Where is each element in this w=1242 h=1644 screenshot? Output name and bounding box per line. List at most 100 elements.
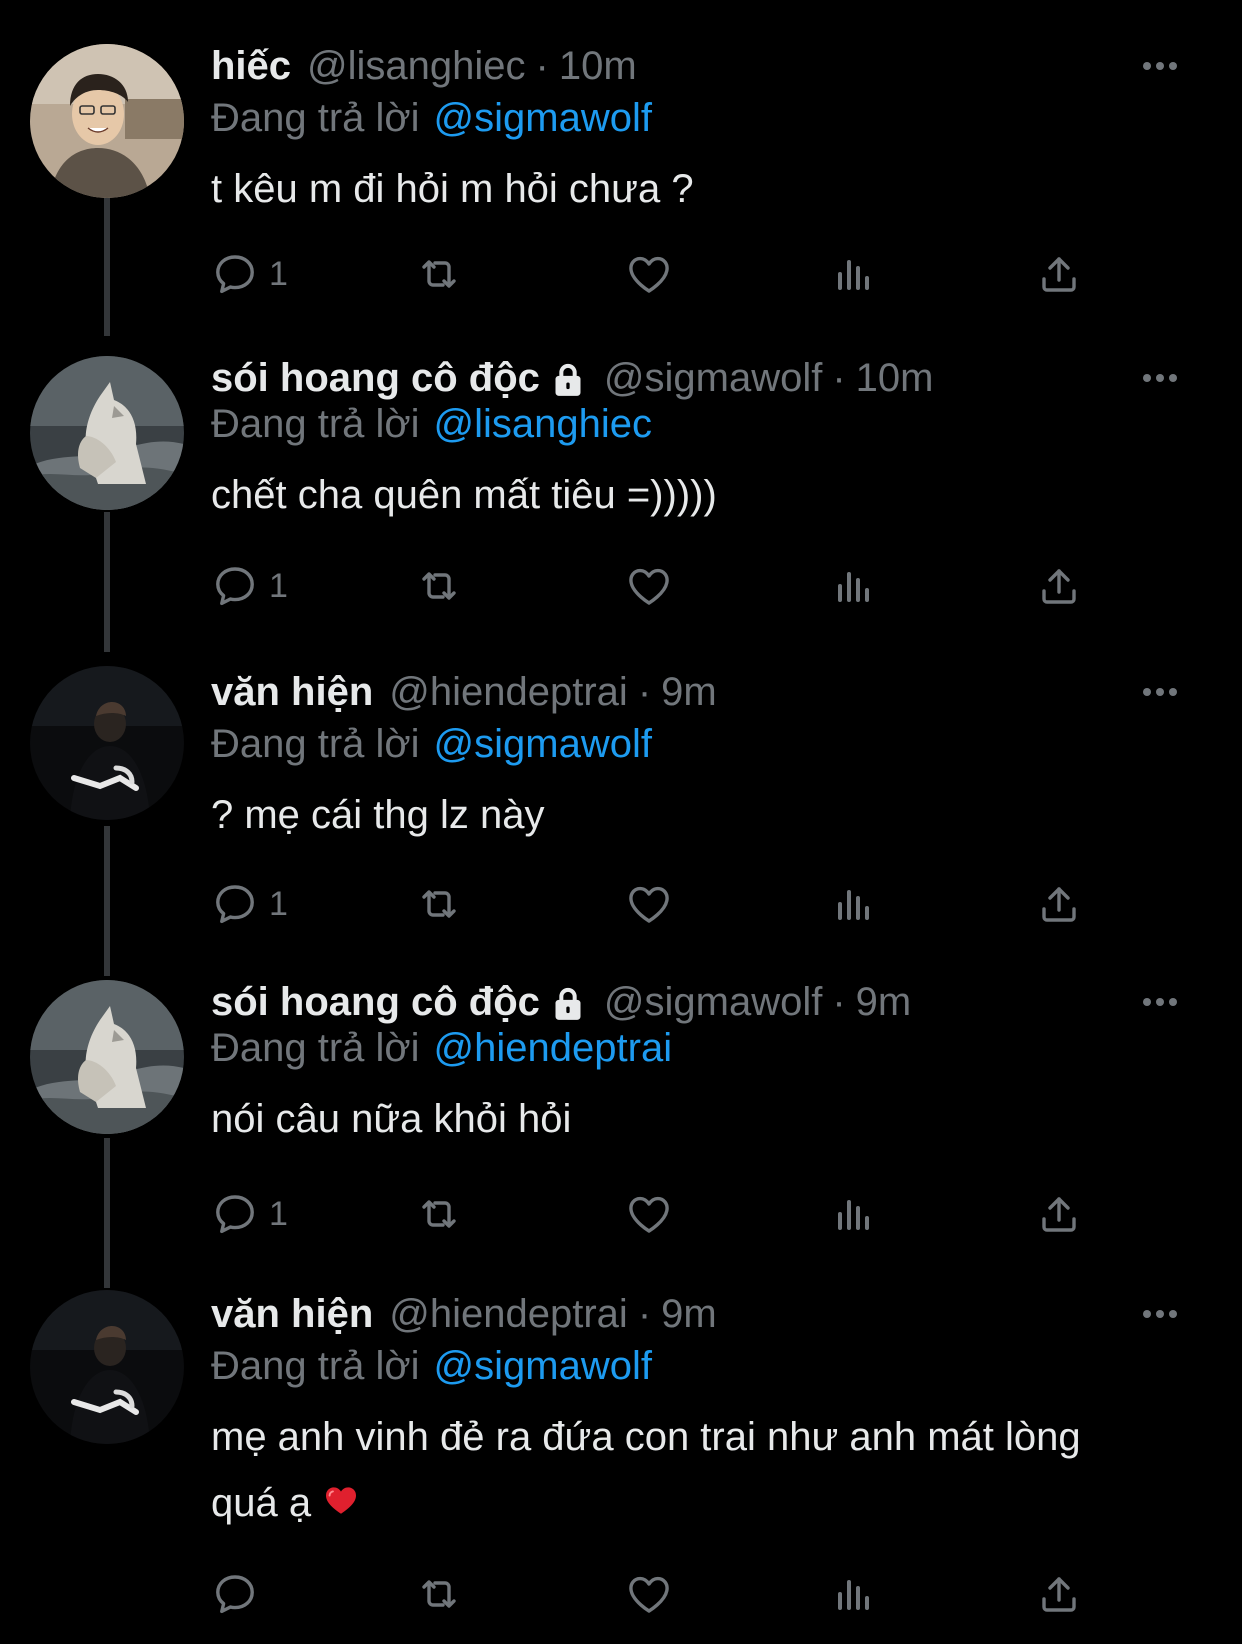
- action-bar: 1: [211, 1186, 1111, 1242]
- share-button[interactable]: [1035, 1186, 1083, 1242]
- timestamp[interactable]: 10m: [559, 40, 637, 92]
- reply-icon: [211, 250, 259, 298]
- user-handle[interactable]: @hiendeptrai: [389, 1288, 628, 1340]
- timestamp[interactable]: 9m: [856, 976, 912, 1028]
- mention-link[interactable]: @hiendeptrai: [434, 1026, 673, 1070]
- reply-icon: [211, 562, 259, 610]
- display-name[interactable]: hiếc: [211, 40, 291, 92]
- user-handle[interactable]: @hiendeptrai: [389, 666, 628, 718]
- share-icon: [1035, 250, 1083, 298]
- mention-link[interactable]: @sigmawolf: [434, 1344, 652, 1388]
- tweet-text: t kêu m đi hỏi m hỏi chưa ?: [211, 167, 694, 211]
- timestamp[interactable]: 10m: [856, 352, 934, 404]
- user-handle[interactable]: @lisanghiec: [307, 40, 526, 92]
- display-name[interactable]: sói hoang cô độc: [211, 976, 540, 1028]
- retweet-button[interactable]: [415, 876, 463, 932]
- more-options-icon[interactable]: [1138, 358, 1182, 398]
- more-options-icon[interactable]: [1138, 1294, 1182, 1334]
- retweet-icon: [415, 250, 463, 298]
- share-button[interactable]: [1035, 558, 1083, 614]
- like-button[interactable]: [625, 876, 673, 932]
- avatar-wolf[interactable]: [30, 980, 184, 1134]
- user-handle[interactable]: @sigmawolf: [604, 976, 822, 1028]
- mention-link[interactable]: @sigmawolf: [434, 96, 652, 140]
- avatar-hiec[interactable]: [30, 44, 184, 198]
- retweet-icon: [415, 562, 463, 610]
- avatar-hien[interactable]: [30, 666, 184, 820]
- replying-prefix: Đang trả lời: [211, 1026, 420, 1070]
- share-button[interactable]: [1035, 1566, 1083, 1622]
- separator-dot: ·: [832, 356, 846, 400]
- retweet-icon: [415, 1190, 463, 1238]
- display-name[interactable]: văn hiện: [211, 1288, 373, 1340]
- heart-icon: [625, 1570, 673, 1618]
- timestamp[interactable]: 9m: [661, 666, 717, 718]
- tweet-text-line: mẹ anh vinh đẻ ra đứa con trai như anh m…: [211, 1415, 1081, 1459]
- replying-prefix: Đang trả lời: [211, 96, 420, 140]
- share-button[interactable]: [1035, 246, 1083, 302]
- more-options-icon[interactable]: [1138, 672, 1182, 712]
- share-icon: [1035, 1570, 1083, 1618]
- reply-button[interactable]: 1: [211, 876, 288, 932]
- tweet-header: sói hoang cô độc @sigmawolf · 10m: [211, 352, 1182, 404]
- replying-prefix: Đang trả lời: [211, 1344, 420, 1388]
- red-heart-emoji-icon: [321, 1482, 361, 1518]
- reply-button[interactable]: [211, 1566, 269, 1622]
- tweet-header: sói hoang cô độc @sigmawolf · 9m: [211, 976, 1182, 1028]
- share-icon: [1035, 562, 1083, 610]
- reply-icon: [211, 1570, 259, 1618]
- heart-icon: [625, 880, 673, 928]
- display-name[interactable]: sói hoang cô độc: [211, 352, 540, 404]
- user-handle[interactable]: @sigmawolf: [604, 352, 822, 404]
- timestamp[interactable]: 9m: [661, 1288, 717, 1340]
- views-button[interactable]: [830, 246, 878, 302]
- tweet[interactable]: sói hoang cô độc @sigmawolf · 10m Đang t…: [0, 352, 1242, 652]
- tweet[interactable]: văn hiện @hiendeptrai · 9m Đang trả lời @…: [0, 1288, 1242, 1644]
- views-button[interactable]: [830, 1186, 878, 1242]
- retweet-icon: [415, 1570, 463, 1618]
- retweet-button[interactable]: [415, 1566, 463, 1622]
- tweet[interactable]: văn hiện @hiendeptrai · 9m Đang trả lời @…: [0, 666, 1242, 966]
- like-button[interactable]: [625, 558, 673, 614]
- reply-count: 1: [269, 1194, 288, 1233]
- separator-dot: ·: [637, 1292, 652, 1336]
- tweet[interactable]: hiếc @lisanghiec · 10m Đang trả lời @sigm…: [0, 40, 1242, 340]
- views-icon: [830, 562, 878, 610]
- heart-icon: [625, 1190, 673, 1238]
- separator-dot: ·: [535, 44, 549, 88]
- views-button[interactable]: [830, 876, 878, 932]
- separator-dot: ·: [637, 670, 652, 714]
- tweet-text: nói câu nữa khỏi hỏi: [211, 1097, 572, 1141]
- heart-icon: [625, 562, 673, 610]
- more-options-icon[interactable]: [1138, 46, 1182, 86]
- reply-count: 1: [269, 254, 288, 293]
- like-button[interactable]: [625, 1566, 673, 1622]
- reply-button[interactable]: 1: [211, 1186, 288, 1242]
- views-button[interactable]: [830, 1566, 878, 1622]
- tweet-text-line: quá ạ: [211, 1470, 1182, 1536]
- retweet-button[interactable]: [415, 1186, 463, 1242]
- reply-button[interactable]: 1: [211, 558, 288, 614]
- more-options-icon[interactable]: [1138, 982, 1182, 1022]
- like-button[interactable]: [625, 246, 673, 302]
- display-name[interactable]: văn hiện: [211, 666, 373, 718]
- share-button[interactable]: [1035, 876, 1083, 932]
- avatar-wolf[interactable]: [30, 356, 184, 510]
- retweet-button[interactable]: [415, 246, 463, 302]
- reply-button[interactable]: 1: [211, 246, 288, 302]
- replying-prefix: Đang trả lời: [211, 722, 420, 766]
- action-bar: 1: [211, 876, 1111, 932]
- like-button[interactable]: [625, 1186, 673, 1242]
- share-icon: [1035, 1190, 1083, 1238]
- retweet-button[interactable]: [415, 558, 463, 614]
- mention-link[interactable]: @lisanghiec: [434, 402, 653, 446]
- tweet-text-tail: quá ạ: [211, 1481, 312, 1525]
- views-icon: [830, 250, 878, 298]
- reply-count: 1: [269, 566, 288, 605]
- mention-link[interactable]: @sigmawolf: [434, 722, 652, 766]
- replying-to: Đang trả lời @lisanghiec: [211, 398, 1182, 450]
- tweet-header: hiếc @lisanghiec · 10m: [211, 40, 1182, 92]
- views-button[interactable]: [830, 558, 878, 614]
- tweet[interactable]: sói hoang cô độc @sigmawolf · 9m Đang tr…: [0, 976, 1242, 1276]
- avatar-hien[interactable]: [30, 1290, 184, 1444]
